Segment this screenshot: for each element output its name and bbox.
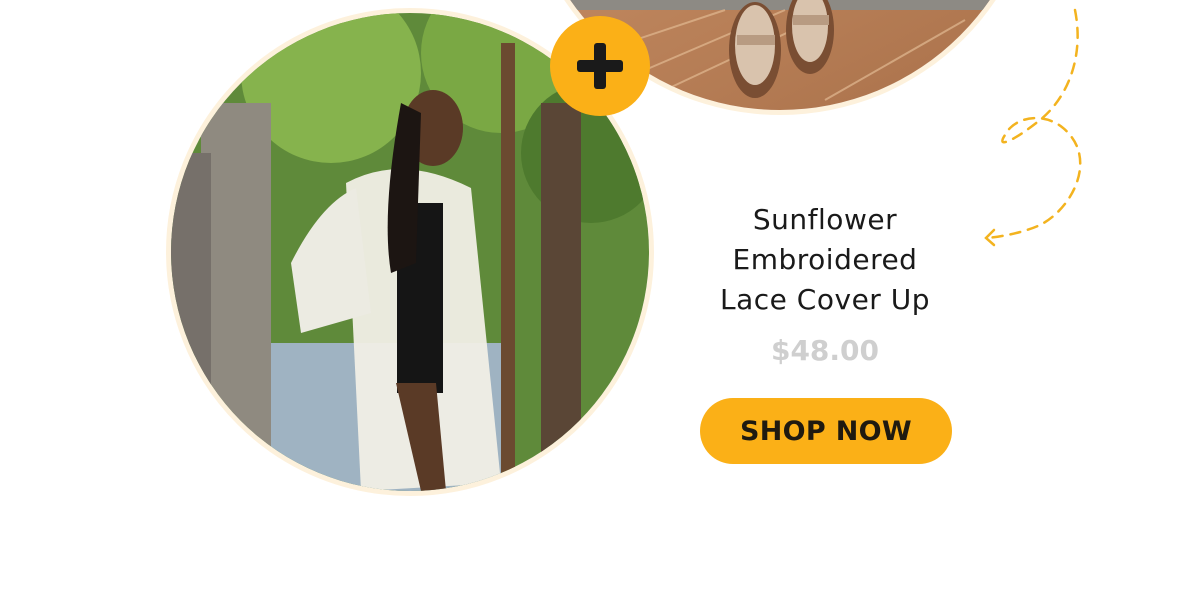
product-price: $48.00 — [770, 334, 880, 367]
product-title: Sunflower Embroidered Lace Cover Up — [660, 200, 990, 320]
plus-icon — [577, 43, 623, 89]
product-title-line: Lace Cover Up — [720, 283, 930, 316]
shop-now-button[interactable]: SHOP NOW — [700, 398, 952, 464]
plus-badge[interactable] — [550, 16, 650, 116]
product-title-line: Sunflower — [752, 203, 898, 236]
product-title-line: Embroidered — [732, 243, 918, 276]
